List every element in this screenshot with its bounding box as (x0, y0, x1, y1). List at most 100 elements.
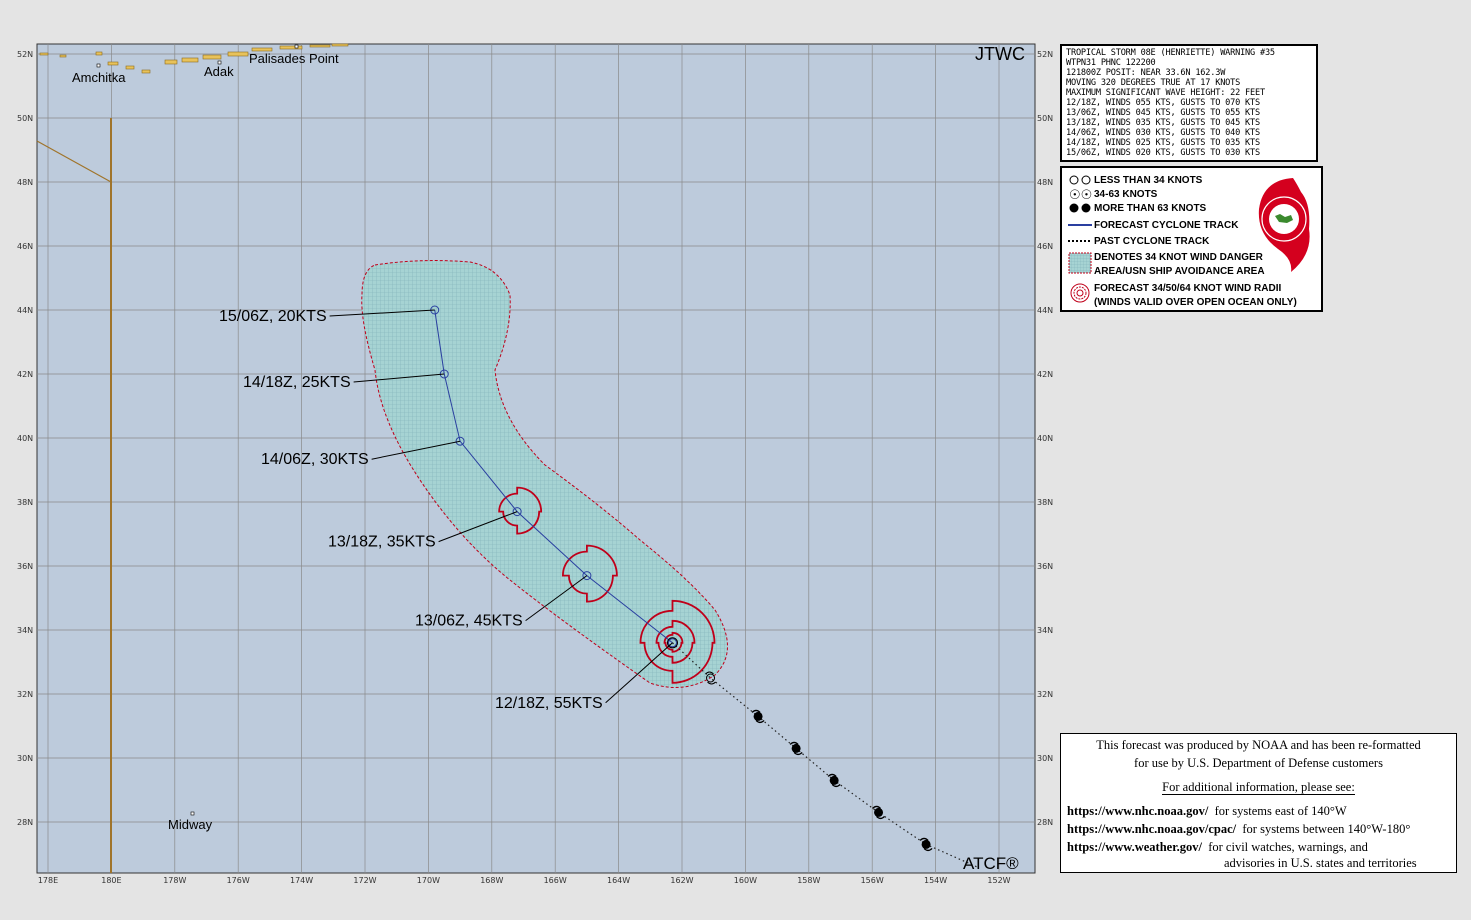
lat-label-left: 44N (17, 306, 33, 315)
legend-item: FORECAST CYCLONE TRACK (1066, 218, 1238, 232)
lat-label-right: 28N (1037, 818, 1053, 827)
link-row: https://www.nhc.noaa.gov/ for systems ea… (1067, 804, 1347, 818)
lon-label: 176W (227, 876, 250, 885)
past-point-hurricane (753, 711, 763, 721)
cphc-seal-logo (1258, 178, 1310, 272)
agency-label: JTWC (975, 44, 1025, 64)
lat-label-right: 36N (1037, 562, 1053, 571)
past-point-hurricane (921, 839, 931, 849)
past-track-dotted-icon (1066, 234, 1094, 248)
wind-radii-icon (1066, 281, 1094, 303)
forecast-label: 14/18Z, 25KTS (243, 374, 351, 391)
forecast-label: 14/06Z, 30KTS (261, 451, 369, 468)
past-point-hurricane (791, 743, 801, 753)
warning-line: 13/18Z, WINDS 035 KTS, GUSTS TO 045 KTS (1066, 118, 1260, 128)
warning-title: TROPICAL STORM 08E (HENRIETTE) WARNING #… (1066, 48, 1275, 58)
warning-line: WTPN31 PHNC 122200 (1066, 58, 1156, 68)
lon-label: 178E (38, 876, 58, 885)
place-amchitka: Amchitka (72, 70, 126, 85)
atcf-logo: ATCF® (963, 854, 1019, 873)
lat-label-left: 40N (17, 434, 33, 443)
legend-label: 34-63 KNOTS (1094, 188, 1158, 200)
forecast-track-line-icon (1066, 218, 1094, 232)
legend-item: (WINDS VALID OVER OPEN OCEAN ONLY) (1066, 295, 1297, 309)
lon-label: 164W (607, 876, 630, 885)
legend-label: (WINDS VALID OVER OPEN OCEAN ONLY) (1094, 296, 1297, 308)
lat-label-right: 46N (1037, 242, 1053, 251)
legend-item: DENOTES 34 KNOT WIND DANGER (1066, 250, 1263, 274)
lat-label-right: 50N (1037, 114, 1053, 123)
warning-line: 121800Z POSIT: NEAR 33.6N 162.3W (1066, 68, 1226, 78)
forecast-label: 13/18Z, 35KTS (328, 534, 436, 551)
lon-label: 162W (670, 876, 693, 885)
lat-label-left: 42N (17, 370, 33, 379)
cpac-link[interactable]: https://www.nhc.noaa.gov/cpac/ (1067, 822, 1236, 836)
info-line: for use by U.S. Department of Defense cu… (1134, 756, 1383, 770)
lat-label-left: 50N (17, 114, 33, 123)
past-point-hurricane (874, 807, 884, 817)
legend-item: FORECAST 34/50/64 KNOT WIND RADII (1066, 281, 1282, 303)
map-legend: LESS THAN 34 KNOTS ☉☉ 34-63 KNOTS MORE T… (1060, 166, 1323, 312)
legend-label: LESS THAN 34 KNOTS (1094, 174, 1203, 186)
lat-label-left: 52N (17, 50, 33, 59)
legend-label: AREA/USN SHIP AVOIDANCE AREA (1094, 265, 1265, 277)
info-line: This forecast was produced by NOAA and h… (1096, 738, 1421, 752)
info-notice-box: This forecast was produced by NOAA and h… (1060, 733, 1457, 873)
lon-label: 154W (924, 876, 947, 885)
less-than-34-knots-icon (1066, 173, 1094, 187)
lon-label: 156W (861, 876, 884, 885)
lon-label: 168W (480, 876, 503, 885)
warning-line: 13/06Z, WINDS 045 KTS, GUSTS TO 055 KTS (1066, 108, 1260, 118)
lat-label-right: 34N (1037, 626, 1053, 635)
link-row: https://www.nhc.noaa.gov/cpac/ for syste… (1067, 822, 1411, 836)
lon-label: 152W (987, 876, 1010, 885)
link-row: https://www.weather.gov/ for civil watch… (1067, 840, 1368, 854)
weather-gov-link[interactable]: https://www.weather.gov/ (1067, 840, 1202, 854)
legend-item: LESS THAN 34 KNOTS (1066, 173, 1202, 187)
lat-label-left: 28N (17, 818, 33, 827)
lat-label-right: 42N (1037, 370, 1053, 379)
legend-label: PAST CYCLONE TRACK (1094, 235, 1210, 247)
lon-label: 178W (163, 876, 186, 885)
danger-area-hatch-icon (1066, 250, 1094, 274)
lat-label-left: 34N (17, 626, 33, 635)
lon-label: 172W (353, 876, 376, 885)
lon-label: 166W (544, 876, 567, 885)
lat-label-right: 38N (1037, 498, 1053, 507)
legend-label: FORECAST CYCLONE TRACK (1094, 219, 1239, 231)
warning-line: 12/18Z, WINDS 055 KTS, GUSTS TO 070 KTS (1066, 98, 1260, 108)
lon-label: 180E (101, 876, 121, 885)
legend-label: FORECAST 34/50/64 KNOT WIND RADII (1094, 282, 1282, 294)
warning-line: 14/06Z, WINDS 030 KTS, GUSTS TO 040 KTS (1066, 128, 1260, 138)
past-point-hurricane (829, 775, 839, 785)
lat-label-right: 30N (1037, 754, 1053, 763)
place-midway: Midway (168, 817, 213, 832)
legend-label: MORE THAN 63 KNOTS (1094, 202, 1207, 214)
warning-line: MOVING 320 DEGREES TRUE AT 17 KNOTS (1066, 78, 1241, 88)
lat-label-left: 36N (17, 562, 33, 571)
lat-label-right: 44N (1037, 306, 1053, 315)
legend-item: MORE THAN 63 KNOTS (1066, 201, 1206, 215)
lat-label-right: 32N (1037, 690, 1053, 699)
lon-label: 170W (417, 876, 440, 885)
forecast-label: 15/06Z, 20KTS (219, 308, 327, 325)
lon-label: 160W (734, 876, 757, 885)
place-palisades-point: Palisades Point (249, 51, 339, 66)
legend-item: AREA/USN SHIP AVOIDANCE AREA (1066, 264, 1265, 278)
warning-line: 14/18Z, WINDS 025 KTS, GUSTS TO 035 KTS (1066, 138, 1260, 148)
lat-label-left: 38N (17, 498, 33, 507)
lat-label-right: 52N (1037, 50, 1053, 59)
lat-label-right: 40N (1037, 434, 1053, 443)
lon-label: 174W (290, 876, 313, 885)
legend-label: DENOTES 34 KNOT WIND DANGER (1094, 251, 1263, 263)
lon-label: 158W (797, 876, 820, 885)
info-line: For additional information, please see: (1162, 780, 1355, 795)
legend-item: PAST CYCLONE TRACK (1066, 234, 1209, 248)
nhc-link[interactable]: https://www.nhc.noaa.gov/ (1067, 804, 1208, 818)
svg-text:☉☉: ☉☉ (1069, 188, 1092, 200)
forecast-label: 12/18Z, 55KTS (495, 695, 603, 712)
legend-item: ☉☉ 34-63 KNOTS (1066, 187, 1157, 201)
forecast-label: 13/06Z, 45KTS (415, 613, 523, 630)
warning-line: 15/06Z, WINDS 020 KTS, GUSTS TO 030 KTS (1066, 148, 1260, 158)
lat-label-right: 48N (1037, 178, 1053, 187)
